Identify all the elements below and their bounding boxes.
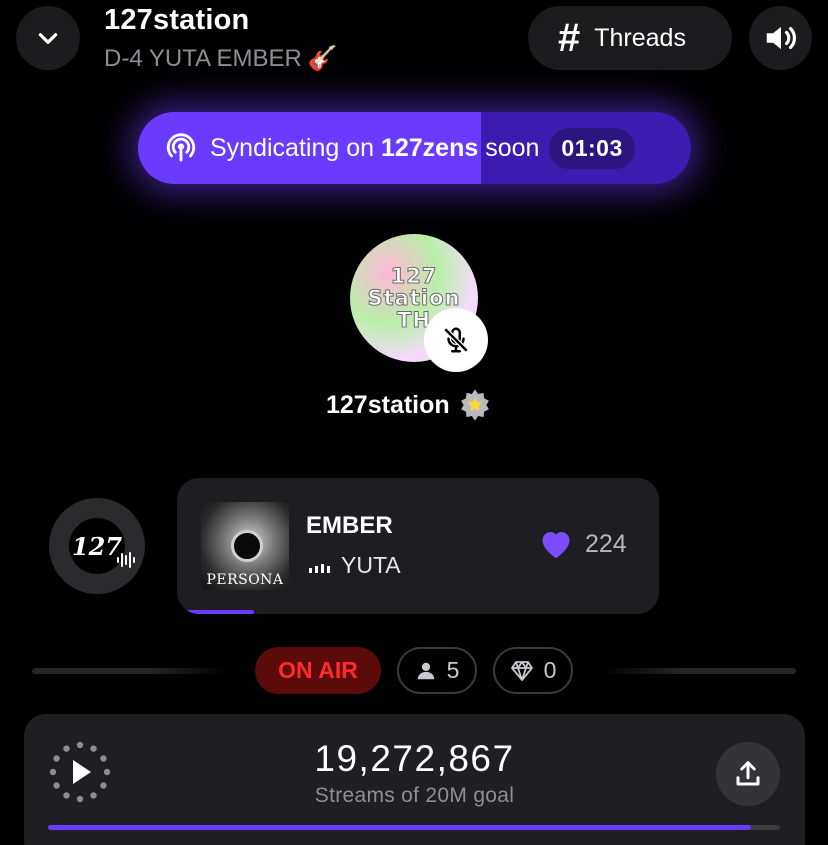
star-badge-icon	[460, 389, 489, 421]
track-title: EMBER	[306, 512, 393, 539]
heart-icon	[542, 531, 570, 559]
listeners-count-pill[interactable]: 5	[397, 647, 477, 694]
divider-right	[603, 668, 796, 674]
divider-left	[32, 668, 228, 674]
person-icon	[417, 662, 434, 679]
diamond-icon	[510, 660, 533, 681]
stream-count: 19,272,867	[314, 738, 515, 779]
syndication-text: Syndicating on 127zens soon	[210, 133, 540, 162]
listeners-count: 5	[446, 657, 460, 683]
avatar-text-line: Station	[367, 285, 461, 310]
share-icon	[736, 761, 760, 786]
syndication-banner[interactable]: Syndicating on 127zens soon 01:03	[138, 112, 691, 184]
mic-off-icon	[443, 327, 469, 353]
sound-button[interactable]	[749, 6, 812, 70]
album-cover: PERSONA	[201, 502, 289, 590]
share-button[interactable]	[716, 742, 780, 806]
on-air-badge: ON AIR	[255, 647, 381, 694]
now-playing-card[interactable]: PERSONA EMBER YUTA 224	[177, 478, 659, 614]
speaker-icon	[766, 26, 796, 50]
syndication-channel: 127zens	[380, 133, 479, 162]
page-subtitle: D-4 YUTA EMBER 🎸	[104, 44, 338, 73]
host-name-text: 127station	[326, 390, 450, 419]
chevron-down-icon	[38, 33, 58, 44]
station-logo[interactable]: 127	[49, 498, 145, 594]
audio-wave-icon	[117, 552, 135, 568]
mute-badge	[424, 308, 488, 372]
track-artist-name: YUTA	[341, 552, 401, 578]
collapse-button[interactable]	[16, 6, 80, 70]
host-name[interactable]: 127station	[326, 388, 492, 422]
likes-count: 224	[585, 529, 627, 558]
page-title: 127station	[104, 4, 250, 36]
guitar-emoji: 🎸	[307, 45, 338, 72]
subtitle-text: D-4 YUTA EMBER	[104, 44, 302, 72]
threads-button[interactable]: # Threads	[528, 6, 732, 70]
track-artist: YUTA	[309, 552, 401, 579]
stream-player: 19,272,867 Streams of 20M goal	[24, 714, 805, 845]
like-button[interactable]: 224	[539, 528, 627, 560]
podcast-icon	[166, 133, 196, 162]
stream-goal-progress-fill	[48, 825, 751, 830]
track-progress-bar	[187, 610, 255, 614]
gems-count-pill[interactable]: 0	[493, 647, 573, 694]
equalizer-icon	[309, 563, 330, 573]
avatar-text-line: 127	[390, 263, 438, 288]
syndication-countdown: 01:03	[549, 127, 635, 169]
gems-count: 0	[543, 657, 557, 683]
hash-icon: #	[558, 16, 581, 60]
threads-label: Threads	[594, 23, 686, 52]
album-art-shape	[231, 530, 263, 562]
stream-goal-label: Streams of 20M goal	[314, 784, 515, 807]
stream-goal-progress	[48, 825, 780, 830]
album-cover-text: PERSONA	[206, 572, 284, 588]
